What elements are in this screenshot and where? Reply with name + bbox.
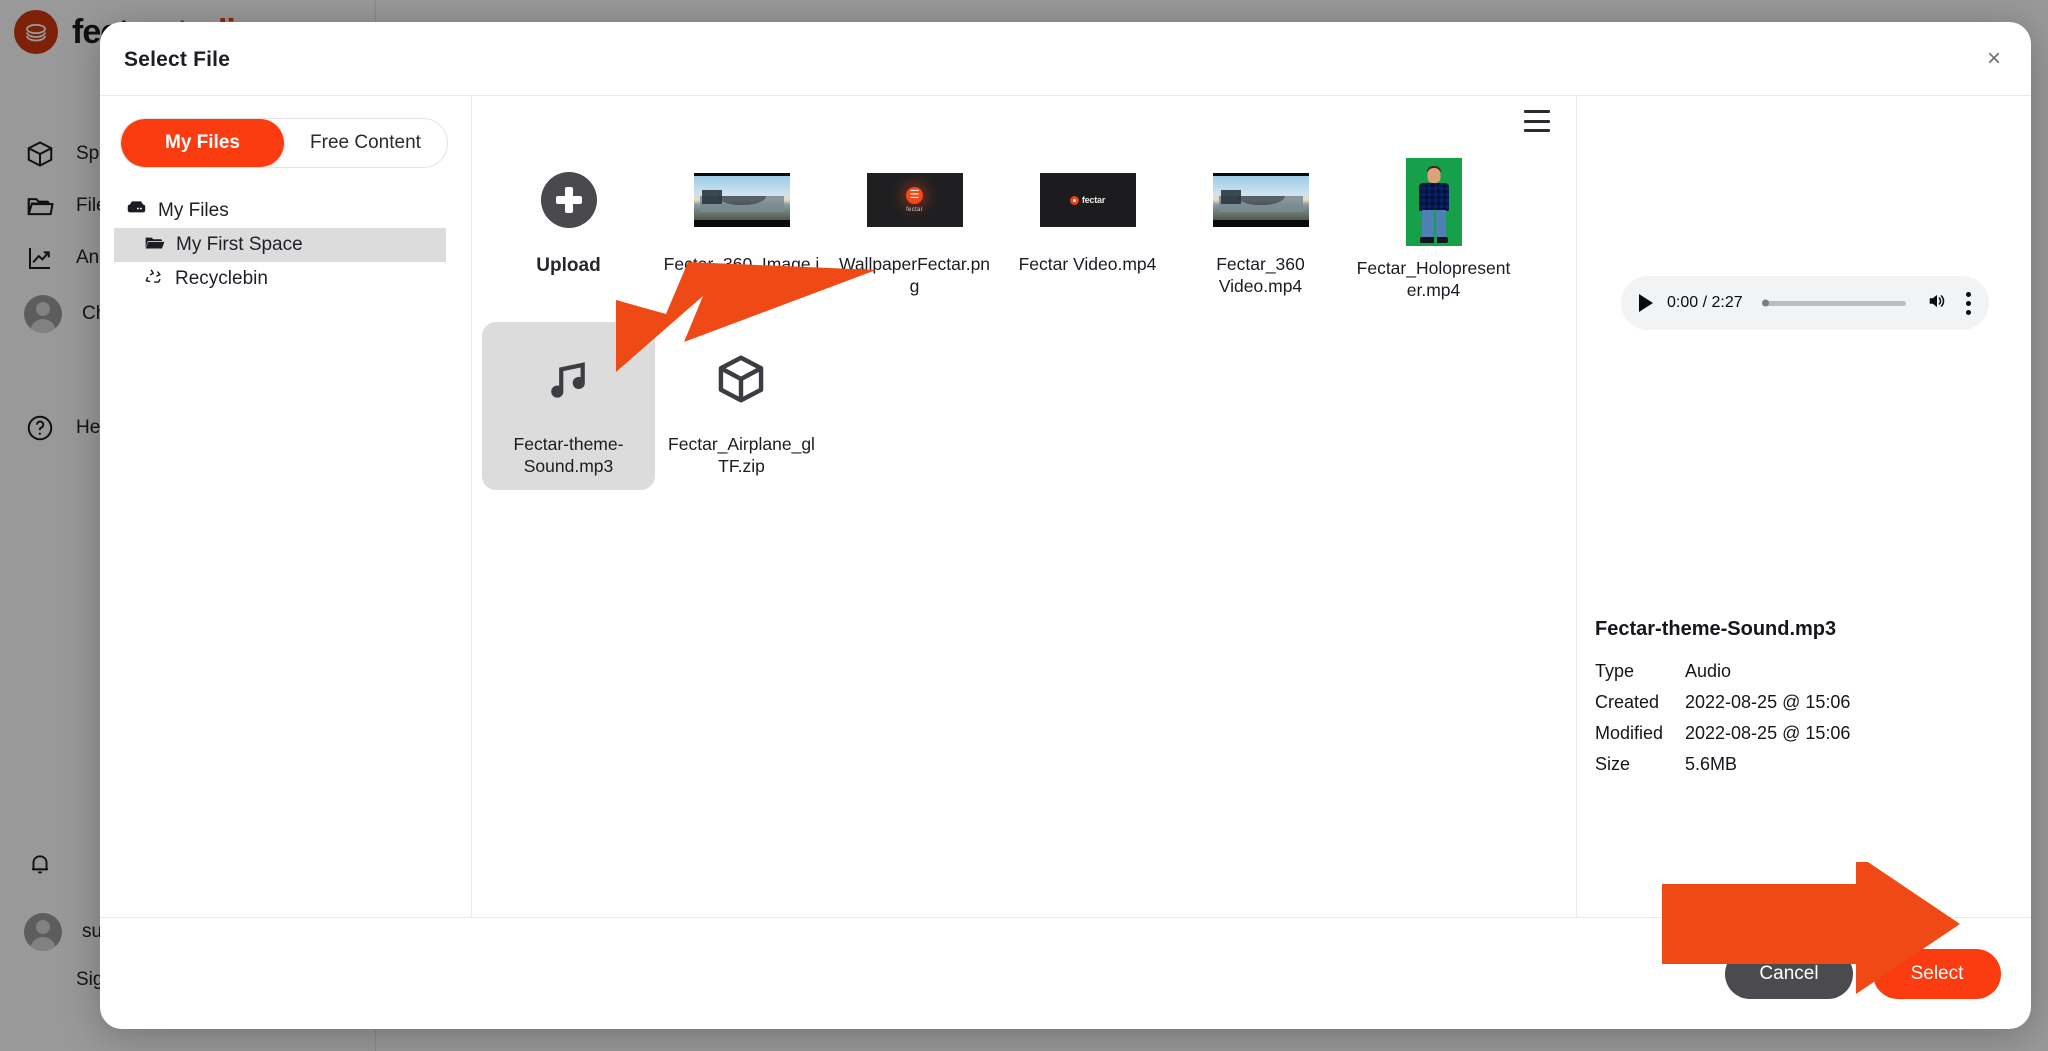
drive-icon bbox=[126, 199, 147, 223]
tree-item-recyclebin[interactable]: Recyclebin bbox=[114, 262, 446, 296]
thumbnail bbox=[540, 156, 597, 244]
close-icon[interactable]: × bbox=[1979, 44, 2009, 74]
volume-high-icon[interactable] bbox=[1926, 291, 1948, 316]
list-view-bar bbox=[1524, 110, 1550, 113]
cancel-button[interactable]: Cancel bbox=[1725, 948, 1853, 999]
property-value: Audio bbox=[1685, 661, 1732, 681]
list-view-bar bbox=[1524, 129, 1550, 132]
file-grid-pane: Upload Fectar_360_Image.jpg ☰ fectar Wal… bbox=[472, 96, 1577, 917]
tab-free-content[interactable]: Free Content bbox=[284, 119, 447, 167]
thumbnail bbox=[1405, 156, 1462, 248]
select-file-dialog: Select File × My Files Free Content My F… bbox=[100, 22, 2031, 1029]
property-key: Size bbox=[1595, 754, 1631, 774]
file-tile[interactable]: fectar Fectar Video.mp4 bbox=[1001, 142, 1174, 314]
select-button[interactable]: Select bbox=[1873, 948, 2001, 999]
fectar-dot-icon bbox=[1069, 195, 1079, 205]
thumbnail-caption: fectar bbox=[1081, 195, 1106, 205]
music-note-icon bbox=[540, 351, 598, 409]
upload-plus-icon bbox=[540, 172, 597, 228]
thumbnail bbox=[1212, 156, 1309, 244]
recycle-icon bbox=[144, 267, 164, 291]
thumbnail bbox=[713, 336, 771, 424]
tree-item-label: My Files bbox=[158, 200, 229, 221]
greenscreen-person-thumbnail bbox=[1405, 158, 1462, 246]
file-label: WallpaperFectar.png bbox=[838, 254, 991, 296]
panorama-thumbnail bbox=[693, 173, 790, 227]
tree-item-label: My First Space bbox=[176, 234, 303, 255]
file-tile[interactable]: Fectar_Holopresenter.mp4 bbox=[1347, 142, 1520, 314]
file-label: Fectar Video.mp4 bbox=[1018, 254, 1157, 274]
audio-player: 0:00 / 2:27 bbox=[1621, 276, 1989, 330]
more-vertical-icon[interactable] bbox=[1966, 291, 1971, 315]
property-value: 2022-08-25 @ 15:06 bbox=[1685, 692, 1851, 712]
fectar-logo-dark-thumbnail: ☰ fectar bbox=[866, 173, 963, 227]
table-row: Modified 2022-08-25 @ 15:06 bbox=[1595, 718, 1850, 749]
cube-icon bbox=[713, 351, 771, 409]
tab-my-files[interactable]: My Files bbox=[121, 119, 284, 167]
source-pane: My Files Free Content My Files My First … bbox=[100, 96, 472, 917]
file-label: Fectar_360_Image.jpg bbox=[663, 254, 820, 296]
file-grid: Upload Fectar_360_Image.jpg ☰ fectar Wal… bbox=[482, 142, 1562, 498]
detail-properties-table: Type Audio Created 2022-08-25 @ 15:06 Mo… bbox=[1595, 656, 1850, 780]
audio-progress-slider[interactable] bbox=[1762, 300, 1906, 306]
source-tab-switch: My Files Free Content bbox=[120, 118, 448, 168]
list-view-bar bbox=[1524, 119, 1550, 123]
tree-item-my-first-space[interactable]: My First Space bbox=[114, 228, 446, 262]
property-key: Type bbox=[1595, 661, 1635, 681]
detail-filename: Fectar-theme-Sound.mp3 bbox=[1595, 618, 1837, 640]
tree-item-label: Recyclebin bbox=[175, 268, 268, 289]
thumbnail: ☰ fectar bbox=[866, 156, 963, 244]
file-label: Fectar-theme-Sound.mp3 bbox=[513, 433, 624, 476]
dialog-body: My Files Free Content My Files My First … bbox=[100, 96, 2031, 917]
property-key: Created bbox=[1595, 692, 1660, 712]
thumbnail bbox=[693, 156, 790, 244]
dialog-title: Select File bbox=[124, 48, 231, 71]
table-row: Size 5.6MB bbox=[1595, 749, 1850, 780]
panorama-thumbnail bbox=[1212, 173, 1309, 227]
file-detail-pane: 0:00 / 2:27 Fectar-theme-Sound.mp3 Type bbox=[1577, 96, 2031, 917]
file-tile[interactable]: Fectar_360_Image.jpg bbox=[655, 142, 828, 314]
fectar-logo-icon: ☰ bbox=[906, 187, 923, 204]
property-value: 5.6MB bbox=[1685, 754, 1738, 774]
thumbnail: fectar bbox=[1039, 156, 1136, 244]
file-label: Fectar_Holopresenter.mp4 bbox=[1356, 258, 1511, 300]
list-view-icon[interactable] bbox=[1524, 110, 1550, 132]
fectar-wordmark-dark-thumbnail: fectar bbox=[1039, 173, 1136, 227]
dialog-header: Select File × bbox=[100, 22, 2031, 96]
folder-open-icon bbox=[144, 234, 165, 257]
property-key: Modified bbox=[1595, 723, 1664, 743]
thumbnail-caption: fectar bbox=[906, 207, 923, 213]
upload-tile[interactable]: Upload bbox=[482, 142, 655, 314]
property-value: 2022-08-25 @ 15:06 bbox=[1685, 723, 1851, 743]
file-label: Fectar_360 Video.mp4 bbox=[1216, 254, 1305, 296]
file-tile[interactable]: ☰ fectar WallpaperFectar.png bbox=[828, 142, 1001, 314]
file-label: Upload bbox=[536, 255, 601, 276]
table-row: Type Audio bbox=[1595, 656, 1850, 687]
play-icon[interactable] bbox=[1639, 294, 1653, 312]
folder-tree: My Files My First Space Recyclebin bbox=[114, 194, 451, 296]
file-tile[interactable]: Fectar_Airplane_glTF.zip bbox=[655, 322, 828, 490]
file-tile[interactable]: Fectar_360 Video.mp4 bbox=[1174, 142, 1347, 314]
thumbnail bbox=[540, 336, 598, 424]
table-row: Created 2022-08-25 @ 15:06 bbox=[1595, 687, 1850, 718]
tree-item-my-files[interactable]: My Files bbox=[120, 194, 451, 228]
file-label: Fectar_Airplane_glTF.zip bbox=[668, 433, 815, 476]
audio-time-label: 0:00 / 2:27 bbox=[1667, 294, 1743, 311]
dialog-footer: Cancel Select bbox=[100, 917, 2031, 1029]
file-tile-selected[interactable]: Fectar-theme-Sound.mp3 bbox=[482, 321, 655, 490]
